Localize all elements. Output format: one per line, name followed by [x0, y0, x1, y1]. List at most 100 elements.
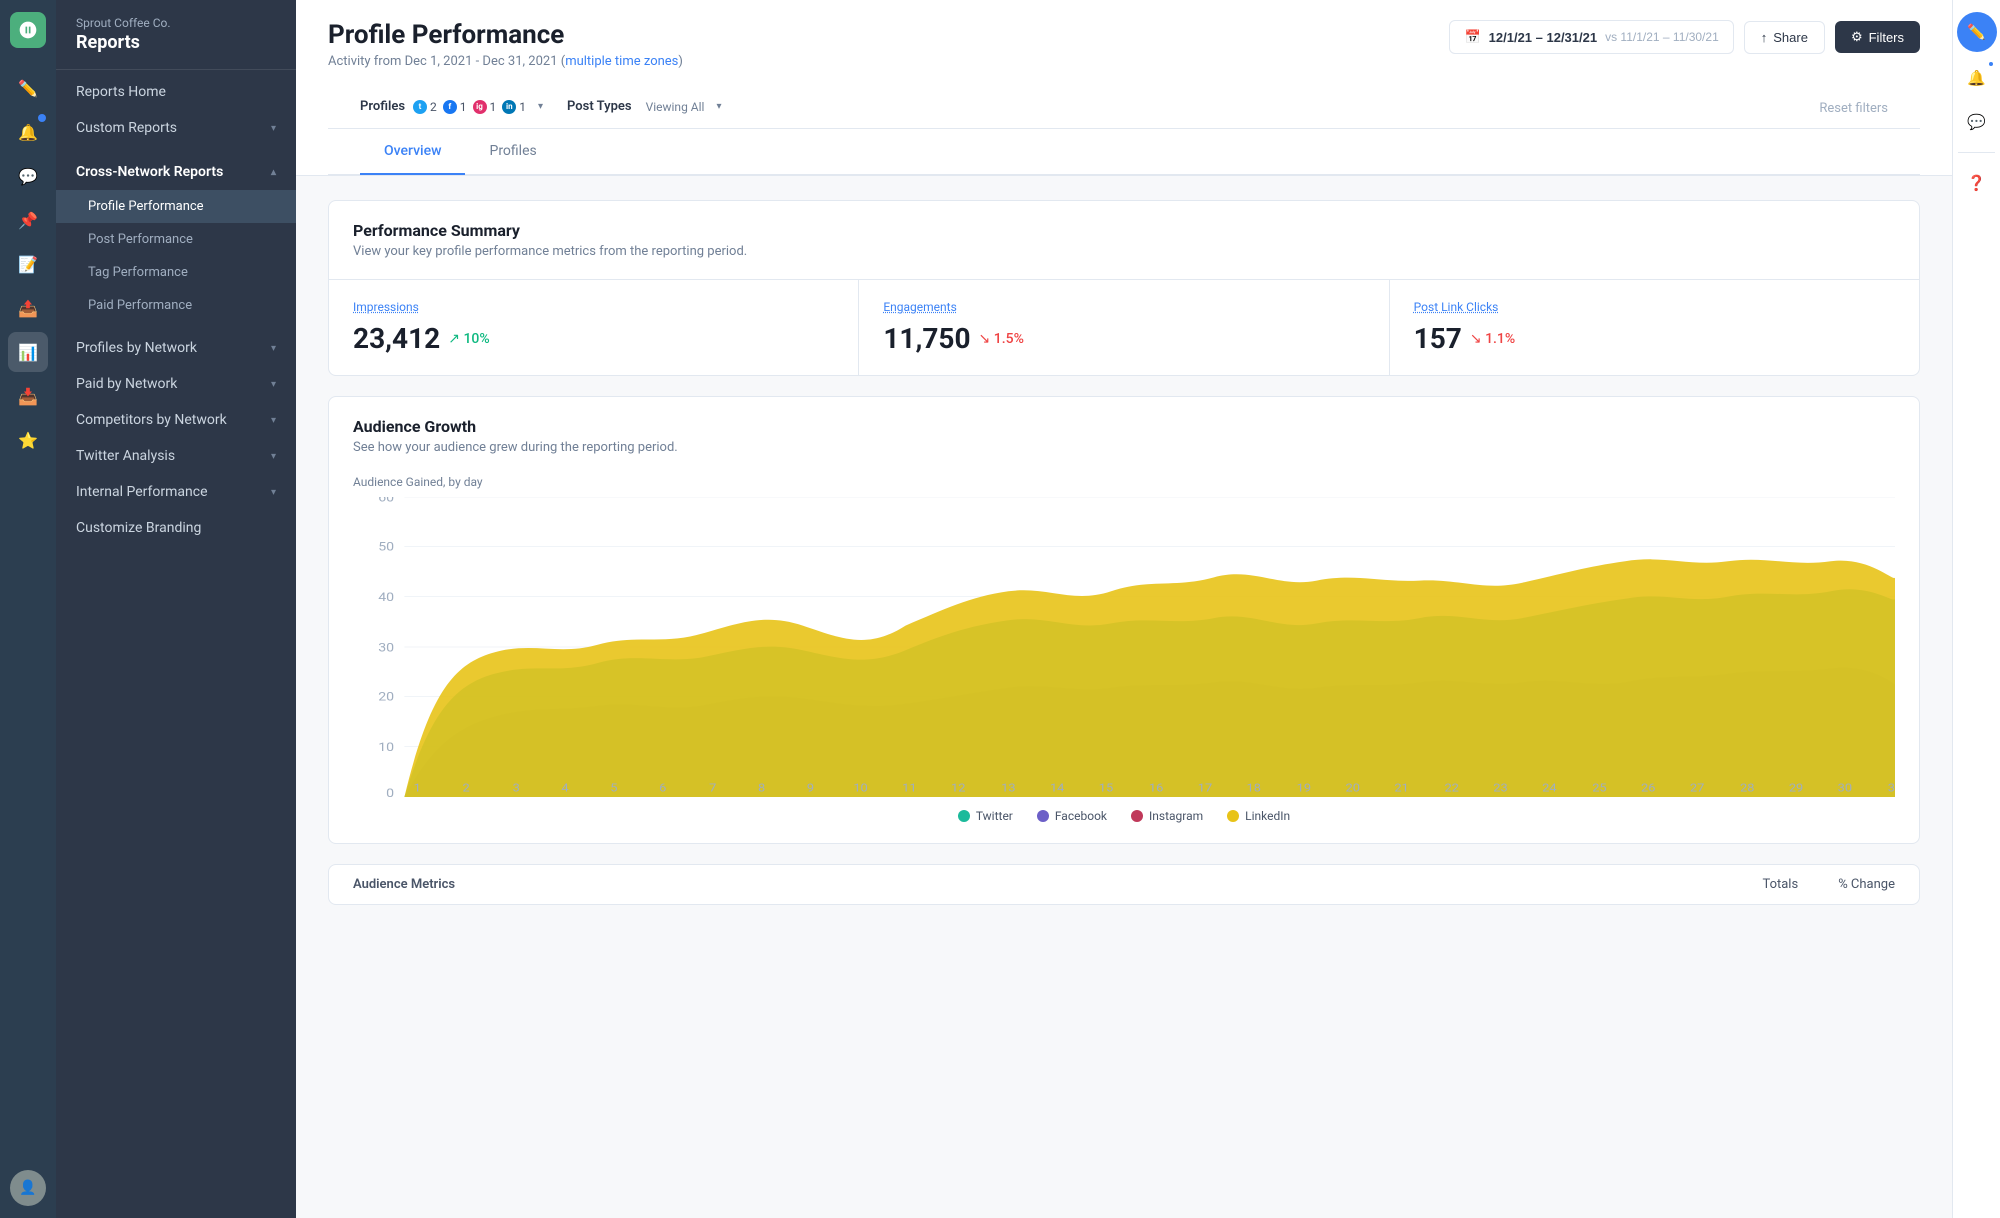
nav-compose-icon[interactable]: ✏️ [8, 68, 48, 108]
sidebar-sub-paid-performance[interactable]: Paid Performance [56, 289, 296, 322]
logo-icon[interactable] [10, 12, 46, 48]
svg-text:16: 16 [1149, 782, 1164, 795]
cross-network-section: Cross-Network Reports ▴ Profile Performa… [56, 150, 296, 326]
svg-text:28: 28 [1740, 782, 1754, 795]
nav-analytics-icon[interactable]: 📊 [8, 332, 48, 372]
date-range-button[interactable]: 📅 12/1/21 – 12/31/21 vs 11/1/21 – 11/30/… [1449, 20, 1733, 54]
post-link-clicks-metric: Post Link Clicks 157 ↘ 1.1% [1390, 280, 1919, 375]
divider [1958, 152, 1996, 153]
svg-text:21: 21 [1394, 782, 1408, 795]
audience-subtitle: See how your audience grew during the re… [353, 440, 1895, 455]
sidebar-item-reports-home[interactable]: Reports Home [56, 74, 296, 110]
svg-text:8: 8 [758, 782, 765, 795]
nav-star-icon[interactable]: ⭐ [8, 420, 48, 460]
svg-text:20: 20 [1346, 782, 1360, 795]
calendar-icon: 📅 [1464, 29, 1480, 45]
nav-inbox-icon[interactable]: 📥 [8, 376, 48, 416]
performance-summary-card: Performance Summary View your key profil… [328, 200, 1920, 376]
svg-text:5: 5 [610, 782, 618, 795]
compose-icon[interactable]: ✏️ [1957, 12, 1997, 52]
sidebar-sub-profile-performance[interactable]: Profile Performance [56, 190, 296, 223]
svg-text:1: 1 [414, 782, 421, 795]
profiles-filter[interactable]: Profiles t 2 f 1 ig 1 [360, 99, 543, 114]
perf-summary-title: Performance Summary [353, 221, 1895, 240]
svg-text:10: 10 [378, 741, 394, 755]
sidebar-item-profiles-by-network[interactable]: Profiles by Network ▾ [56, 330, 296, 366]
svg-text:6: 6 [659, 782, 667, 795]
linkedin-legend-dot [1227, 810, 1239, 822]
chevron-up-icon: ▴ [271, 167, 276, 178]
nav-chat-icon[interactable]: 💬 [8, 156, 48, 196]
post-types-chevron-icon: ▾ [716, 101, 721, 112]
svg-text:26: 26 [1641, 782, 1656, 795]
metrics-row: Impressions 23,412 ↗ 10% Engagements 11,… [329, 279, 1919, 375]
notifications-icon[interactable]: 🔔 [1959, 60, 1995, 96]
sidebar: Sprout Coffee Co. Reports Reports Home C… [56, 0, 296, 1218]
svg-text:30: 30 [1838, 782, 1852, 795]
sidebar-item-competitors-by-network[interactable]: Competitors by Network ▾ [56, 402, 296, 438]
instagram-legend-dot [1131, 810, 1143, 822]
audience-chart: 60 50 40 30 20 10 0 1 [353, 497, 1895, 797]
twitter-badge: t 2 [413, 100, 437, 114]
reset-filters-button[interactable]: Reset filters [1819, 97, 1888, 116]
sidebar-sub-tag-performance[interactable]: Tag Performance [56, 256, 296, 289]
svg-text:27: 27 [1690, 782, 1705, 795]
share-button[interactable]: ↑ Share [1744, 21, 1825, 54]
section-title: Reports [76, 32, 276, 53]
engagements-metric: Engagements 11,750 ↘ 1.5% [859, 280, 1389, 375]
chevron-down-icon: ▾ [271, 487, 276, 498]
sidebar-item-cross-network[interactable]: Cross-Network Reports ▴ [56, 154, 296, 190]
instagram-badge: ig 1 [473, 100, 497, 114]
facebook-legend-dot [1037, 810, 1049, 822]
chart-legend: Twitter Facebook Instagram LinkedIn [353, 809, 1895, 823]
nav-list-icon[interactable]: 📝 [8, 244, 48, 284]
feedback-icon[interactable]: 💬 [1959, 104, 1995, 140]
svg-text:18: 18 [1247, 782, 1261, 795]
percent-change-label: % Change [1838, 877, 1895, 892]
filters-button[interactable]: ⚙ Filters [1835, 21, 1920, 53]
legend-instagram: Instagram [1131, 809, 1203, 823]
chart-label: Audience Gained, by day [353, 475, 1895, 489]
profiles-chevron-icon: ▾ [538, 101, 543, 112]
svg-text:24: 24 [1542, 782, 1557, 795]
svg-text:60: 60 [378, 497, 394, 505]
svg-text:17: 17 [1198, 782, 1213, 795]
impressions-change: ↗ 10% [448, 331, 489, 347]
sidebar-top-section: Reports Home Custom Reports ▾ [56, 70, 296, 150]
sidebar-item-custom-reports[interactable]: Custom Reports ▾ [56, 110, 296, 146]
svg-text:4: 4 [561, 782, 569, 795]
nav-tasks-icon[interactable]: 📌 [8, 200, 48, 240]
sidebar-item-internal-performance[interactable]: Internal Performance ▾ [56, 474, 296, 510]
network-badges: t 2 f 1 ig 1 in 1 [413, 100, 526, 114]
share-icon: ↑ [1761, 30, 1768, 45]
sidebar-header: Sprout Coffee Co. Reports [56, 0, 296, 70]
svg-text:50: 50 [378, 541, 394, 555]
chevron-down-icon: ▾ [271, 343, 276, 354]
legend-linkedin: LinkedIn [1227, 809, 1290, 823]
svg-text:13: 13 [1001, 782, 1015, 795]
page-title: Profile Performance [328, 20, 683, 50]
sidebar-item-customize-branding[interactable]: Customize Branding [56, 510, 296, 546]
tab-profiles[interactable]: Profiles [465, 129, 560, 175]
filter-icon: ⚙ [1851, 29, 1863, 45]
facebook-badge: f 1 [443, 100, 467, 114]
sidebar-item-twitter-analysis[interactable]: Twitter Analysis ▾ [56, 438, 296, 474]
chevron-down-icon: ▾ [271, 415, 276, 426]
tab-overview[interactable]: Overview [360, 129, 465, 175]
nav-bell-icon[interactable]: 🔔 [8, 112, 48, 152]
twitter-legend-dot [958, 810, 970, 822]
help-icon[interactable]: ❓ [1959, 165, 1995, 201]
svg-text:30: 30 [378, 641, 394, 655]
legend-facebook: Facebook [1037, 809, 1107, 823]
twitter-dot: t [413, 100, 427, 114]
user-avatar[interactable]: 👤 [10, 1170, 46, 1206]
svg-text:22: 22 [1444, 782, 1459, 795]
post-types-filter[interactable]: Post Types Viewing All ▾ [567, 99, 721, 114]
nav-send-icon[interactable]: 📤 [8, 288, 48, 328]
sidebar-item-paid-by-network[interactable]: Paid by Network ▾ [56, 366, 296, 402]
chevron-down-icon: ▾ [271, 123, 276, 134]
facebook-dot: f [443, 100, 457, 114]
sidebar-sub-post-performance[interactable]: Post Performance [56, 223, 296, 256]
audience-title: Audience Growth [353, 417, 1895, 436]
legend-twitter: Twitter [958, 809, 1013, 823]
